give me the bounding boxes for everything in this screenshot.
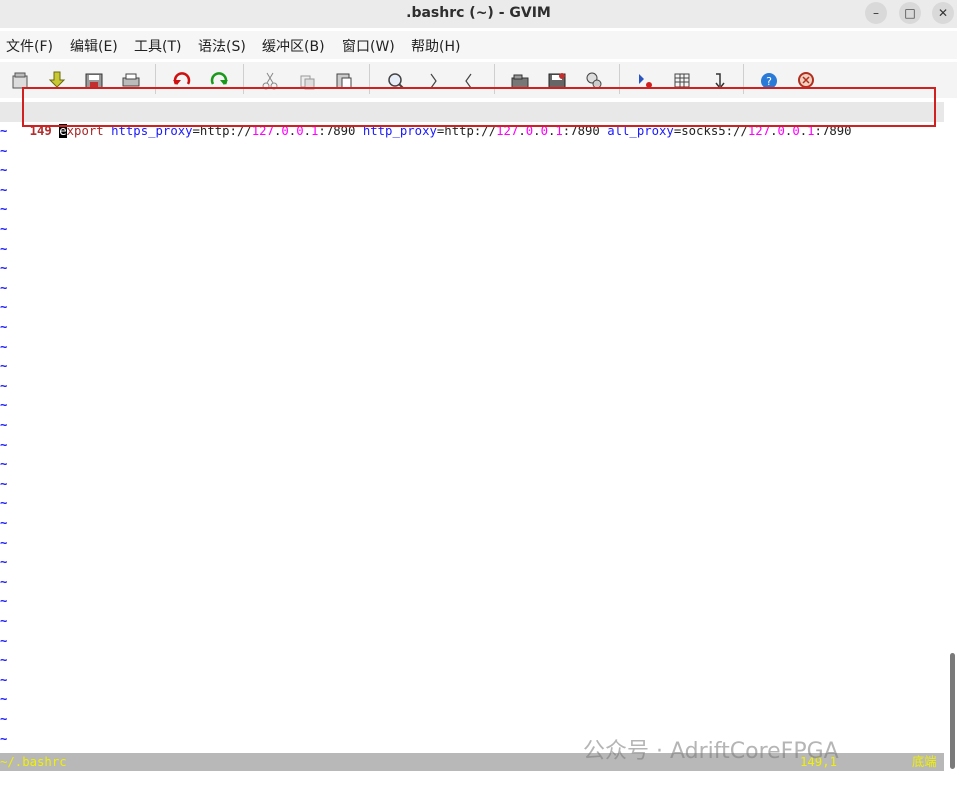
empty-line-tilde: ~: [0, 182, 8, 197]
empty-line-tilde: ~: [0, 653, 8, 668]
empty-line-tilde: ~: [0, 143, 8, 158]
empty-line-tilde: ~: [0, 398, 8, 413]
window-titlebar: .bashrc (~) - GVIM – □ ✕: [0, 0, 957, 28]
empty-line-tilde: ~: [0, 535, 8, 550]
editor-area[interactable]: 149 export https_proxy=http://127.0.0.1:…: [0, 98, 944, 752]
empty-line-tilde: ~: [0, 476, 8, 491]
menu-file[interactable]: 文件(F): [6, 36, 53, 56]
menu-window[interactable]: 窗口(W): [342, 36, 395, 56]
empty-line-tilde: ~: [0, 359, 8, 374]
annotation-highlight-box: [22, 87, 936, 127]
scrollbar-thumb[interactable]: [950, 653, 955, 769]
watermark-text: 公众号 · AdriftCoreFPGA: [583, 739, 839, 764]
empty-line-tilde: ~: [0, 222, 8, 236]
empty-line-tilde: ~: [0, 633, 8, 648]
empty-line-tilde: ~: [0, 320, 8, 334]
empty-line-tilde: ~: [0, 300, 8, 315]
vertical-scrollbar[interactable]: [948, 98, 957, 771]
menu-tools[interactable]: 工具(T): [134, 36, 181, 56]
empty-line-tilde: ~: [0, 241, 8, 256]
empty-line-tilde: ~: [0, 496, 8, 511]
empty-line-tilde: ~: [0, 124, 8, 138]
status-filename: ~/.bashrc: [0, 755, 67, 769]
empty-line-tilde: ~: [0, 692, 8, 707]
minimize-button[interactable]: –: [865, 2, 887, 24]
status-scroll: 底端: [912, 755, 937, 769]
empty-line-tilde: ~: [0, 261, 8, 276]
empty-line-tilde: ~: [0, 712, 8, 726]
window-title: .bashrc (~) - GVIM: [406, 5, 551, 21]
empty-line-tilde: ~: [0, 731, 8, 746]
empty-line-tilde: ~: [0, 202, 8, 217]
empty-line-tilde: ~: [0, 516, 8, 530]
menu-help[interactable]: 帮助(H): [411, 36, 460, 56]
menu-syntax[interactable]: 语法(S): [198, 36, 246, 56]
empty-line-tilde: ~: [0, 574, 8, 589]
empty-line-tilde: ~: [0, 378, 8, 393]
empty-line-tilde: ~: [0, 614, 8, 628]
empty-line-tilde: ~: [0, 672, 8, 687]
close-button[interactable]: ✕: [932, 2, 954, 24]
empty-line-tilde: ~: [0, 594, 8, 609]
empty-line-tilde: ~: [0, 339, 8, 354]
empty-line-tilde: ~: [0, 555, 8, 570]
maximize-button[interactable]: □: [899, 2, 921, 24]
menu-buffers[interactable]: 缓冲区(B): [262, 36, 325, 56]
menu-edit[interactable]: 编辑(E): [70, 36, 118, 56]
empty-line-tilde: ~: [0, 163, 8, 178]
empty-line-tilde: ~: [0, 280, 8, 295]
empty-line-tilde: ~: [0, 418, 8, 432]
empty-line-tilde: ~: [0, 457, 8, 472]
empty-line-tilde: ~: [0, 437, 8, 452]
menu-bar: 文件(F) 编辑(E) 工具(T) 语法(S) 缓冲区(B) 窗口(W) 帮助(…: [0, 31, 957, 59]
